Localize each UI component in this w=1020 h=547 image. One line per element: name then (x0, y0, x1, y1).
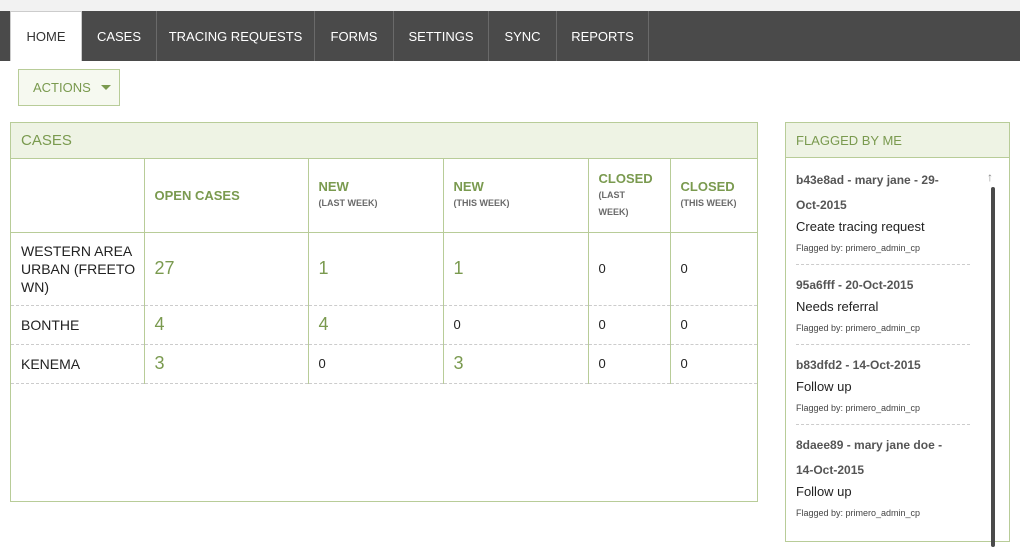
nav-tabs: HOME CASES TRACING REQUESTS FORMS SETTIN… (10, 11, 649, 61)
chevron-down-icon (100, 85, 111, 90)
table-header-row: OPEN CASES NEW (LAST WEEK) NEW (THIS WEEK)… (11, 159, 757, 233)
new-last-week-link[interactable]: 4 (308, 305, 444, 345)
arrow-up-icon[interactable]: ↑ (987, 171, 993, 183)
open-cases-link[interactable]: 27 (144, 232, 309, 306)
closed-this-week-value: 0 (670, 344, 757, 384)
new-last-week-value: 0 (308, 344, 444, 384)
flagged-item[interactable]: 95a6fff - 20-Oct-2015 Needs referral Fla… (796, 273, 970, 345)
column-header-new-last-week: NEW (LAST WEEK) (308, 159, 444, 233)
closed-last-week-value: 0 (588, 232, 671, 306)
region-cell: BONTHE (11, 305, 145, 345)
flagged-item-description: Follow up (796, 484, 852, 499)
actions-label: ACTIONS (33, 80, 91, 95)
flagged-panel-title: FLAGGED BY ME (786, 123, 1009, 158)
flagged-item-by: Flagged by: primero_admin_cp (796, 323, 921, 333)
table-row: WESTERN AREA URBAN (FREETO WN) 27 1 1 0 0 (11, 232, 757, 306)
flagged-item-title[interactable]: b43e8ad - mary jane - 29- Oct-2015 (796, 168, 970, 218)
new-this-week-value: 0 (443, 305, 589, 345)
flagged-item[interactable]: b83dfd2 - 14-Oct-2015 Follow up Flagged … (796, 353, 970, 425)
column-header-open-cases: OPEN CASES (144, 159, 309, 233)
flagged-item[interactable]: b43e8ad - mary jane - 29- Oct-2015 Create… (796, 168, 970, 265)
closed-this-week-value: 0 (670, 232, 757, 306)
flagged-item-description: Create tracing request (796, 219, 925, 234)
flagged-item-description: Follow up (796, 379, 852, 394)
flagged-item-by: Flagged by: primero_admin_cp (796, 243, 921, 253)
cases-panel: CASES OPEN CASES NEW (LAST WEEK) NEW (THIS… (10, 122, 758, 502)
flagged-scrollbar[interactable]: ↑ (987, 171, 995, 547)
closed-last-week-value: 0 (588, 344, 671, 384)
main-navbar: HOME CASES TRACING REQUESTS FORMS SETTIN… (0, 11, 1020, 61)
scrollbar-thumb[interactable] (991, 187, 995, 547)
flagged-item-by: Flagged by: primero_admin_cp (796, 508, 921, 518)
flagged-item[interactable]: 8daee89 - mary jane doe -14-Oct-2015 Fol… (796, 433, 970, 529)
new-this-week-link[interactable]: 3 (443, 344, 589, 384)
open-cases-link[interactable]: 4 (144, 305, 309, 345)
flagged-item-title[interactable]: 8daee89 - mary jane doe -14-Oct-2015 (796, 433, 970, 483)
tab-forms[interactable]: FORMS (315, 11, 394, 61)
tab-settings[interactable]: SETTINGS (394, 11, 489, 61)
top-strip (0, 0, 1020, 11)
tab-cases[interactable]: CASES (82, 11, 157, 61)
column-header-closed-last-week: CLOSED (LAST WEEK) (588, 159, 671, 233)
column-header-new-this-week: NEW (THIS WEEK) (443, 159, 589, 233)
flagged-item-by: Flagged by: primero_admin_cp (796, 403, 921, 413)
tab-tracing-requests[interactable]: TRACING REQUESTS (157, 11, 315, 61)
cases-table: OPEN CASES NEW (LAST WEEK) NEW (THIS WEEK)… (11, 159, 757, 384)
closed-last-week-value: 0 (588, 305, 671, 345)
flagged-list: b43e8ad - mary jane - 29- Oct-2015 Create… (796, 168, 970, 537)
table-row: BONTHE 4 4 0 0 0 (11, 305, 757, 345)
cases-panel-title: CASES (11, 123, 757, 159)
tab-home[interactable]: HOME (10, 11, 82, 61)
closed-this-week-value: 0 (670, 305, 757, 345)
flagged-item-title[interactable]: b83dfd2 - 14-Oct-2015 (796, 353, 970, 378)
flagged-item-description: Needs referral (796, 299, 879, 314)
flagged-panel: FLAGGED BY ME b43e8ad - mary jane - 29- O… (785, 122, 1010, 547)
region-cell: WESTERN AREA URBAN (FREETO WN) (11, 232, 145, 306)
open-cases-link[interactable]: 3 (144, 344, 309, 384)
new-this-week-link[interactable]: 1 (443, 232, 589, 306)
region-cell: KENEMA (11, 344, 145, 384)
tab-sync[interactable]: SYNC (489, 11, 557, 61)
column-header-region (11, 159, 145, 233)
table-row: KENEMA 3 0 3 0 0 (11, 344, 757, 384)
flagged-item-title[interactable]: 95a6fff - 20-Oct-2015 (796, 273, 970, 298)
actions-button[interactable]: ACTIONS (18, 69, 120, 106)
tab-reports[interactable]: REPORTS (557, 11, 649, 61)
column-header-closed-this-week: CLOSED (THIS WEEK) (670, 159, 757, 233)
new-last-week-link[interactable]: 1 (308, 232, 444, 306)
